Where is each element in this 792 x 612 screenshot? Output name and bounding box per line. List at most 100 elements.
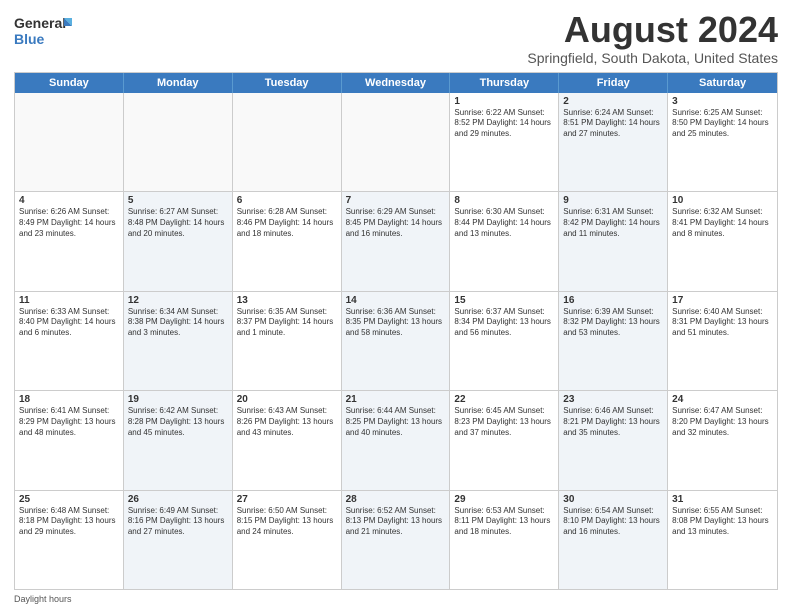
cell-info: Sunrise: 6:53 AM Sunset: 8:11 PM Dayligh… (454, 506, 554, 538)
cell-info: Sunrise: 6:55 AM Sunset: 8:08 PM Dayligh… (672, 506, 773, 538)
day-of-week-thursday: Thursday (450, 73, 559, 93)
day-cell-16: 16Sunrise: 6:39 AM Sunset: 8:32 PM Dayli… (559, 292, 668, 390)
day-number: 8 (454, 195, 554, 206)
cell-info: Sunrise: 6:35 AM Sunset: 8:37 PM Dayligh… (237, 307, 337, 339)
day-number: 7 (346, 195, 446, 206)
day-number: 17 (672, 295, 773, 306)
day-cell-8: 8Sunrise: 6:30 AM Sunset: 8:44 PM Daylig… (450, 192, 559, 290)
day-cell-25: 25Sunrise: 6:48 AM Sunset: 8:18 PM Dayli… (15, 491, 124, 589)
cell-info: Sunrise: 6:44 AM Sunset: 8:25 PM Dayligh… (346, 406, 446, 438)
cell-info: Sunrise: 6:33 AM Sunset: 8:40 PM Dayligh… (19, 307, 119, 339)
day-number: 12 (128, 295, 228, 306)
calendar-row-2: 4Sunrise: 6:26 AM Sunset: 8:49 PM Daylig… (15, 192, 777, 291)
day-number: 18 (19, 394, 119, 405)
empty-cell (342, 93, 451, 191)
day-number: 30 (563, 494, 663, 505)
day-cell-15: 15Sunrise: 6:37 AM Sunset: 8:34 PM Dayli… (450, 292, 559, 390)
header: General Blue August 2024 Springfield, So… (14, 10, 778, 66)
day-cell-22: 22Sunrise: 6:45 AM Sunset: 8:23 PM Dayli… (450, 391, 559, 489)
empty-cell (15, 93, 124, 191)
cell-info: Sunrise: 6:39 AM Sunset: 8:32 PM Dayligh… (563, 307, 663, 339)
cell-info: Sunrise: 6:36 AM Sunset: 8:35 PM Dayligh… (346, 307, 446, 339)
day-cell-28: 28Sunrise: 6:52 AM Sunset: 8:13 PM Dayli… (342, 491, 451, 589)
day-cell-31: 31Sunrise: 6:55 AM Sunset: 8:08 PM Dayli… (668, 491, 777, 589)
calendar-header: SundayMondayTuesdayWednesdayThursdayFrid… (15, 73, 777, 93)
cell-info: Sunrise: 6:48 AM Sunset: 8:18 PM Dayligh… (19, 506, 119, 538)
day-of-week-wednesday: Wednesday (342, 73, 451, 93)
day-of-week-tuesday: Tuesday (233, 73, 342, 93)
day-cell-11: 11Sunrise: 6:33 AM Sunset: 8:40 PM Dayli… (15, 292, 124, 390)
cell-info: Sunrise: 6:31 AM Sunset: 8:42 PM Dayligh… (563, 207, 663, 239)
day-cell-9: 9Sunrise: 6:31 AM Sunset: 8:42 PM Daylig… (559, 192, 668, 290)
day-number: 11 (19, 295, 119, 306)
cell-info: Sunrise: 6:32 AM Sunset: 8:41 PM Dayligh… (672, 207, 773, 239)
day-number: 3 (672, 96, 773, 107)
cell-info: Sunrise: 6:50 AM Sunset: 8:15 PM Dayligh… (237, 506, 337, 538)
day-number: 26 (128, 494, 228, 505)
cell-info: Sunrise: 6:52 AM Sunset: 8:13 PM Dayligh… (346, 506, 446, 538)
cell-info: Sunrise: 6:45 AM Sunset: 8:23 PM Dayligh… (454, 406, 554, 438)
day-cell-24: 24Sunrise: 6:47 AM Sunset: 8:20 PM Dayli… (668, 391, 777, 489)
cell-info: Sunrise: 6:47 AM Sunset: 8:20 PM Dayligh… (672, 406, 773, 438)
day-cell-10: 10Sunrise: 6:32 AM Sunset: 8:41 PM Dayli… (668, 192, 777, 290)
cell-info: Sunrise: 6:43 AM Sunset: 8:26 PM Dayligh… (237, 406, 337, 438)
day-cell-27: 27Sunrise: 6:50 AM Sunset: 8:15 PM Dayli… (233, 491, 342, 589)
day-number: 28 (346, 494, 446, 505)
day-number: 20 (237, 394, 337, 405)
day-number: 6 (237, 195, 337, 206)
main-title: August 2024 (527, 10, 778, 50)
svg-text:General: General (14, 15, 66, 31)
day-number: 4 (19, 195, 119, 206)
day-cell-19: 19Sunrise: 6:42 AM Sunset: 8:28 PM Dayli… (124, 391, 233, 489)
day-number: 10 (672, 195, 773, 206)
day-of-week-monday: Monday (124, 73, 233, 93)
day-of-week-saturday: Saturday (668, 73, 777, 93)
day-cell-17: 17Sunrise: 6:40 AM Sunset: 8:31 PM Dayli… (668, 292, 777, 390)
calendar: SundayMondayTuesdayWednesdayThursdayFrid… (14, 72, 778, 590)
day-number: 14 (346, 295, 446, 306)
cell-info: Sunrise: 6:24 AM Sunset: 8:51 PM Dayligh… (563, 108, 663, 140)
day-number: 25 (19, 494, 119, 505)
day-number: 15 (454, 295, 554, 306)
cell-info: Sunrise: 6:30 AM Sunset: 8:44 PM Dayligh… (454, 207, 554, 239)
day-number: 27 (237, 494, 337, 505)
day-number: 2 (563, 96, 663, 107)
calendar-row-5: 25Sunrise: 6:48 AM Sunset: 8:18 PM Dayli… (15, 491, 777, 589)
title-section: August 2024 Springfield, South Dakota, U… (527, 10, 778, 66)
empty-cell (233, 93, 342, 191)
day-cell-12: 12Sunrise: 6:34 AM Sunset: 8:38 PM Dayli… (124, 292, 233, 390)
day-cell-23: 23Sunrise: 6:46 AM Sunset: 8:21 PM Dayli… (559, 391, 668, 489)
day-number: 22 (454, 394, 554, 405)
day-cell-7: 7Sunrise: 6:29 AM Sunset: 8:45 PM Daylig… (342, 192, 451, 290)
empty-cell (124, 93, 233, 191)
day-cell-6: 6Sunrise: 6:28 AM Sunset: 8:46 PM Daylig… (233, 192, 342, 290)
day-cell-3: 3Sunrise: 6:25 AM Sunset: 8:50 PM Daylig… (668, 93, 777, 191)
day-cell-21: 21Sunrise: 6:44 AM Sunset: 8:25 PM Dayli… (342, 391, 451, 489)
cell-info: Sunrise: 6:46 AM Sunset: 8:21 PM Dayligh… (563, 406, 663, 438)
cell-info: Sunrise: 6:25 AM Sunset: 8:50 PM Dayligh… (672, 108, 773, 140)
day-cell-30: 30Sunrise: 6:54 AM Sunset: 8:10 PM Dayli… (559, 491, 668, 589)
day-number: 23 (563, 394, 663, 405)
day-cell-20: 20Sunrise: 6:43 AM Sunset: 8:26 PM Dayli… (233, 391, 342, 489)
footer-note: Daylight hours (14, 594, 778, 604)
cell-info: Sunrise: 6:28 AM Sunset: 8:46 PM Dayligh… (237, 207, 337, 239)
day-of-week-friday: Friday (559, 73, 668, 93)
cell-info: Sunrise: 6:49 AM Sunset: 8:16 PM Dayligh… (128, 506, 228, 538)
day-cell-18: 18Sunrise: 6:41 AM Sunset: 8:29 PM Dayli… (15, 391, 124, 489)
cell-info: Sunrise: 6:54 AM Sunset: 8:10 PM Dayligh… (563, 506, 663, 538)
day-number: 24 (672, 394, 773, 405)
cell-info: Sunrise: 6:42 AM Sunset: 8:28 PM Dayligh… (128, 406, 228, 438)
calendar-row-4: 18Sunrise: 6:41 AM Sunset: 8:29 PM Dayli… (15, 391, 777, 490)
day-number: 1 (454, 96, 554, 107)
cell-info: Sunrise: 6:29 AM Sunset: 8:45 PM Dayligh… (346, 207, 446, 239)
day-cell-14: 14Sunrise: 6:36 AM Sunset: 8:35 PM Dayli… (342, 292, 451, 390)
day-number: 21 (346, 394, 446, 405)
cell-info: Sunrise: 6:26 AM Sunset: 8:49 PM Dayligh… (19, 207, 119, 239)
day-cell-29: 29Sunrise: 6:53 AM Sunset: 8:11 PM Dayli… (450, 491, 559, 589)
logo-icon: General Blue (14, 10, 74, 50)
day-number: 16 (563, 295, 663, 306)
day-cell-4: 4Sunrise: 6:26 AM Sunset: 8:49 PM Daylig… (15, 192, 124, 290)
page: General Blue August 2024 Springfield, So… (0, 0, 792, 612)
day-number: 29 (454, 494, 554, 505)
day-number: 31 (672, 494, 773, 505)
